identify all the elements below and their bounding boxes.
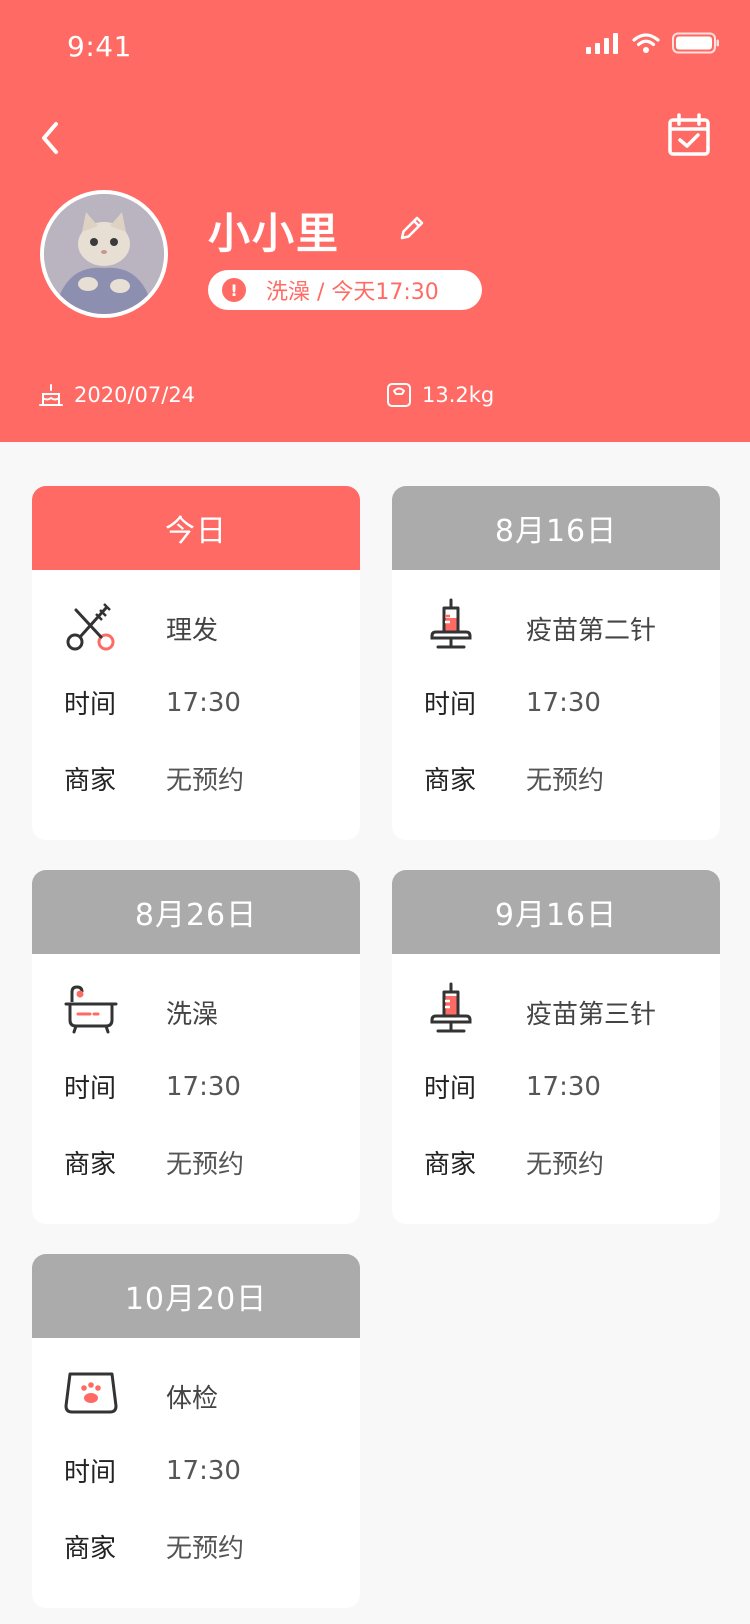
weight-text: 13.2kg [422,383,495,407]
time-value: 17:30 [166,687,241,718]
scale-icon [387,383,411,407]
time-label: 时间 [64,1458,117,1488]
cat-photo [44,194,164,314]
profile-header: 9:41 小小里 ! 洗澡 / 今天17:30 2020/07/24 13.2k… [0,0,750,442]
back-arrow-icon[interactable] [34,118,74,158]
syringe-icon [430,982,472,1033]
bathtub-icon [64,985,118,1034]
merchant-row: 商家 无预约 [64,1528,244,1565]
time-row: 时间 17:30 [64,1452,241,1489]
card-date: 今日 [32,486,360,570]
cake-icon [39,384,63,406]
service-name: 疫苗第二针 [526,616,657,646]
time-row: 时间 17:30 [64,1068,241,1105]
syringe-icon [430,598,472,649]
card-date: 8月26日 [32,870,360,954]
card-date: 8月16日 [392,486,720,570]
merchant-row: 商家 无预约 [424,1144,604,1181]
merchant-value: 无预约 [526,766,605,796]
time-label: 时间 [64,1074,117,1104]
wifi-icon [632,33,660,53]
card-date: 9月16日 [392,870,720,954]
scale-icon [64,1372,118,1414]
signal-icon [586,33,618,54]
schedule-card[interactable]: 今日 理发 时间 17:30 商家 无预约 [32,486,360,840]
pencil-icon[interactable] [396,212,428,244]
merchant-label: 商家 [424,1150,477,1180]
weight-info: 13.2kg [386,382,494,408]
time-label: 时间 [424,690,477,720]
alert-icon: ! [222,278,246,302]
schedule-card[interactable]: 10月20日 体检 时间 17:30 商家 无预约 [32,1254,360,1608]
time-row: 时间 17:30 [64,684,241,721]
merchant-row: 商家 无预约 [424,760,604,797]
merchant-value: 无预约 [166,1534,245,1564]
merchant-row: 商家 无预约 [64,1144,244,1181]
time-value: 17:30 [166,1071,241,1102]
card-date: 10月20日 [32,1254,360,1338]
time-row: 时间 17:30 [424,684,601,721]
service-name: 洗澡 [166,1000,219,1030]
battery-icon [672,32,719,54]
schedule-card[interactable]: 8月26日 洗澡 时间 17:30 商家 无预约 [32,870,360,1224]
merchant-label: 商家 [64,1150,117,1180]
merchant-label: 商家 [64,1534,117,1564]
merchant-value: 无预约 [166,766,245,796]
schedule-card[interactable]: 9月16日 疫苗第三针 时间 17:30 商家 无预约 [392,870,720,1224]
schedule-card[interactable]: 8月16日 疫苗第二针 时间 17:30 商家 无预约 [392,486,720,840]
reminder-text: 洗澡 / 今天17:30 [266,280,439,305]
reminder-badge[interactable]: ! 洗澡 / 今天17:30 [208,270,482,310]
merchant-value: 无预约 [526,1150,605,1180]
pet-name: 小小里 [208,209,341,258]
merchant-row: 商家 无预约 [64,760,244,797]
merchant-value: 无预约 [166,1150,245,1180]
time-row: 时间 17:30 [424,1068,601,1105]
time-label: 时间 [64,690,117,720]
merchant-label: 商家 [64,766,117,796]
service-name: 疫苗第三针 [526,1000,657,1030]
time-label: 时间 [424,1074,477,1104]
birthday-text: 2020/07/24 [74,383,196,407]
status-time: 9:41 [67,30,132,63]
pet-avatar[interactable] [40,190,168,318]
time-value: 17:30 [166,1455,241,1486]
calendar-check-icon[interactable] [666,112,712,158]
time-value: 17:30 [526,1071,601,1102]
scissors-icon [66,603,115,651]
service-name: 理发 [166,616,219,646]
time-value: 17:30 [526,687,601,718]
status-icons [586,32,720,54]
birthday-info: 2020/07/24 [38,382,195,408]
merchant-label: 商家 [424,766,477,796]
service-name: 体检 [166,1384,219,1414]
